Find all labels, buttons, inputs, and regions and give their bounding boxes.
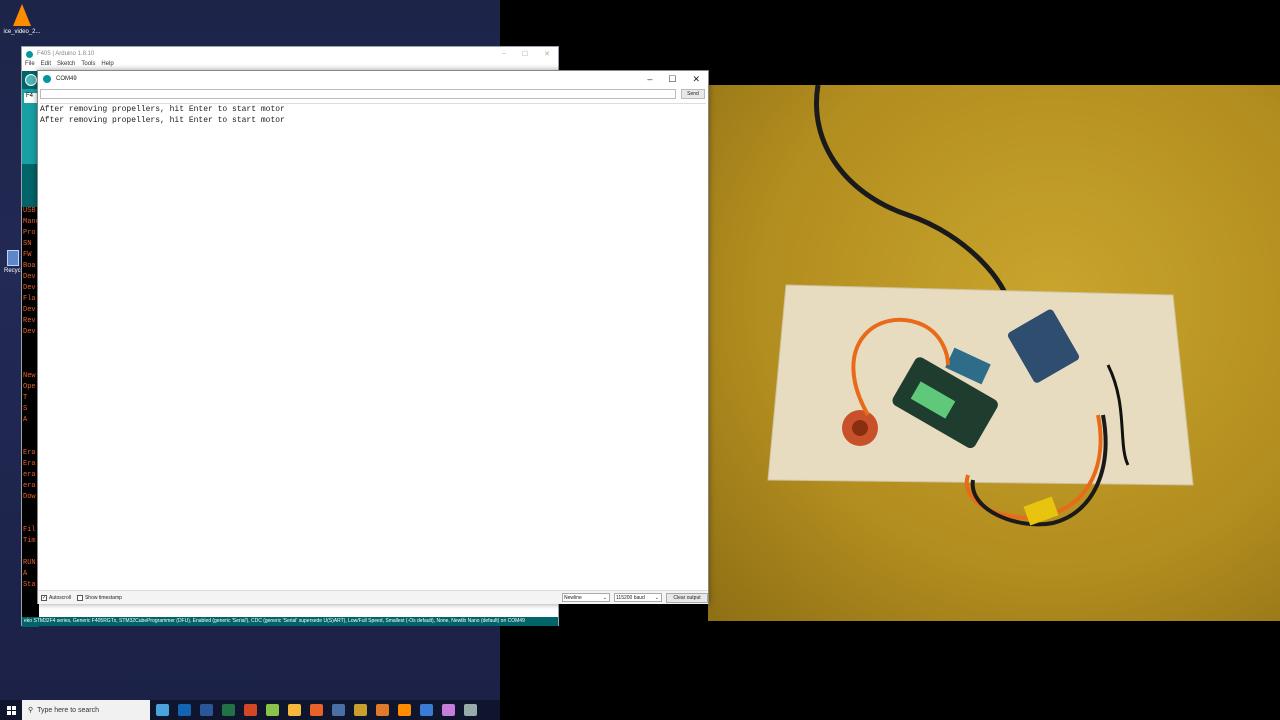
excel-icon[interactable]	[222, 704, 235, 716]
checkbox-unchecked-icon	[76, 594, 83, 601]
minimize-icon[interactable]: –	[502, 50, 506, 58]
line-ending-value: Newline	[564, 595, 582, 601]
taskbar-search[interactable]: ⚲ Type here to search	[22, 700, 150, 720]
chat-icon[interactable]	[266, 704, 279, 716]
menu-sketch[interactable]: Sketch	[57, 61, 75, 70]
ide-titlebar: F405 | Arduino 1.8.10 – ☐ ✕	[22, 47, 558, 61]
verify-button[interactable]	[25, 74, 37, 86]
powerpoint-icon[interactable]	[244, 704, 257, 716]
motor-hub	[852, 420, 868, 436]
unknown-icon[interactable]	[464, 704, 477, 716]
ide-status-bar: eko STM32F4 series, Generic F405RGTx, ST…	[22, 617, 558, 626]
chevron-down-icon: ⌄	[602, 595, 607, 601]
word-icon[interactable]	[200, 704, 213, 716]
taskbar: ⚲ Type here to search	[0, 700, 500, 720]
circle-app-icon[interactable]	[354, 704, 367, 716]
menu-tools[interactable]: Tools	[81, 61, 95, 70]
timestamp-label: Show timestamp	[84, 594, 122, 601]
serial-input-row: Send	[40, 89, 706, 101]
checkbox-checked-icon: ✓	[41, 594, 47, 601]
cube-icon[interactable]	[420, 704, 433, 716]
minimize-icon[interactable]: –	[647, 74, 652, 85]
menu-edit[interactable]: Edit	[41, 61, 51, 70]
clear-output-button[interactable]: Clear output	[666, 592, 708, 603]
wooden-board	[767, 284, 1194, 486]
baud-value: 115200 baud	[616, 595, 645, 601]
timestamp-checkbox[interactable]: Show timestamp	[76, 594, 122, 601]
desktop-icon-label: ice_video_2...	[3, 29, 41, 35]
editor-icon[interactable]	[376, 704, 389, 716]
vlc-cone-icon	[13, 4, 31, 26]
app-icon[interactable]	[332, 704, 345, 716]
vlc-icon[interactable]	[398, 704, 411, 716]
serial-line: After removing propellers, hit Enter to …	[40, 105, 285, 114]
maximize-icon[interactable]: ☐	[522, 50, 528, 58]
menu-file[interactable]: File	[25, 61, 35, 70]
recycle-bin-label: Recycl	[4, 268, 23, 274]
usb-cable	[814, 85, 1011, 306]
recycle-bin[interactable]: Recycl	[4, 250, 22, 274]
serial-output[interactable]: After removing propellers, hit Enter to …	[40, 103, 706, 588]
camera-feed	[708, 85, 1280, 621]
recycle-bin-icon	[7, 250, 19, 266]
menu-help[interactable]: Help	[101, 61, 113, 70]
search-icon: ⚲	[28, 707, 34, 714]
autoscroll-checkbox[interactable]: ✓ Autoscroll	[41, 594, 71, 601]
send-button[interactable]: Send	[681, 89, 705, 99]
serial-input[interactable]	[40, 89, 676, 99]
line-ending-select[interactable]: Newline ⌄	[562, 593, 610, 602]
start-button[interactable]	[0, 700, 22, 720]
outlook-icon[interactable]	[178, 704, 191, 716]
vs-icon[interactable]	[442, 704, 455, 716]
autoscroll-label: Autoscroll	[49, 594, 71, 601]
camera-scene	[767, 85, 1194, 527]
ide-title: F405 | Arduino 1.8.10	[37, 51, 95, 57]
arduino-logo-icon	[26, 50, 33, 58]
serial-line: After removing propellers, hit Enter to …	[40, 116, 285, 125]
paint-icon[interactable]	[156, 704, 169, 716]
serial-title: COM49	[56, 76, 77, 82]
orange-app-icon[interactable]	[310, 704, 323, 716]
screen: ice_video_2... Recycl F405 | Arduino 1.8…	[0, 0, 1280, 720]
maximize-icon[interactable]: ☐	[668, 74, 676, 85]
serial-bottom-bar: ✓ Autoscroll Show timestamp Newline ⌄ 11…	[38, 590, 708, 604]
tray-app-icon[interactable]	[288, 704, 301, 716]
desktop-video-file[interactable]: ice_video_2...	[2, 2, 42, 35]
arduino-logo-icon	[43, 75, 51, 83]
search-placeholder: Type here to search	[37, 706, 100, 714]
serial-monitor-window[interactable]: COM49 – ☐ ✕ Send After removing propelle…	[37, 70, 709, 604]
chevron-down-icon: ⌄	[654, 595, 659, 601]
taskbar-icons	[150, 704, 477, 716]
serial-titlebar: COM49 – ☐ ✕	[38, 71, 708, 87]
ide-menubar: File Edit Sketch Tools Help	[22, 61, 558, 70]
close-icon[interactable]: ✕	[692, 74, 700, 85]
windows-logo-icon	[6, 705, 16, 715]
baud-select[interactable]: 115200 baud ⌄	[614, 593, 662, 602]
close-icon[interactable]: ✕	[544, 50, 550, 58]
